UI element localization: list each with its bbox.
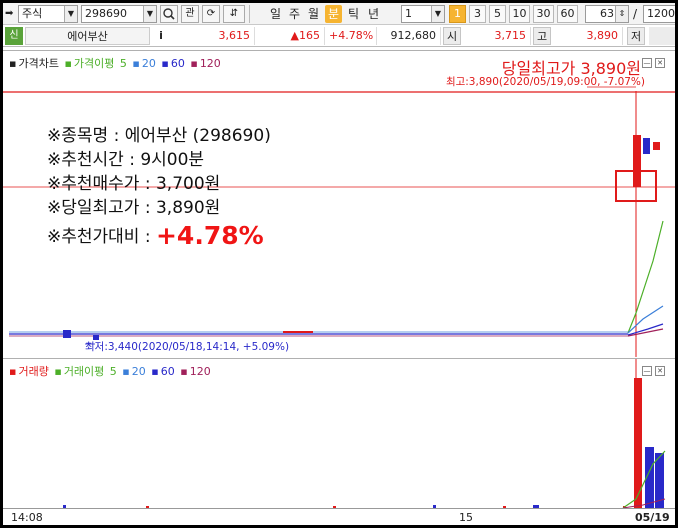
chevron-down-icon: ▼: [431, 6, 444, 22]
count-stepper[interactable]: 63 ⇕: [585, 5, 629, 23]
arrow-right-icon[interactable]: ➡: [5, 5, 17, 23]
annotation-line-1: ※종목명 : 에어부산 (298690): [47, 126, 271, 146]
quote-bar: 신 에어부산 i 3,615 ▲165 +4.78% 912,680 시 3,7…: [3, 25, 675, 47]
current-price: 3,615: [175, 27, 255, 45]
tab-tick[interactable]: 틱: [345, 5, 362, 23]
high-value: 3,890: [553, 27, 623, 45]
volume-plot: [63, 359, 666, 509]
candle: [63, 330, 71, 338]
stepper-arrows-icon: ⇕: [615, 6, 628, 22]
axis-label-end: 05/19: [635, 511, 670, 524]
annotation-line-2: ※추천시간 : 9시00분: [47, 150, 205, 170]
volume-value: 912,680: [377, 27, 441, 45]
related-button[interactable]: 관: [181, 5, 199, 23]
annotation-line-5-label: ※추천가대비 :: [47, 227, 156, 247]
recommend-change-percent: +4.78%: [155, 221, 264, 250]
open-value: 3,715: [463, 27, 531, 45]
period-value: 1: [405, 7, 412, 20]
info-button[interactable]: i: [153, 27, 169, 45]
candle: [643, 138, 650, 154]
total-input[interactable]: 1200: [643, 5, 675, 23]
candle: [653, 142, 660, 150]
slash-text: /: [633, 7, 638, 21]
toolbar: ➡ 주식 ▼ 298690 ▼ 관 ⟳ ⇵ 일 주 월 분 틱 년 1 ▼ 1 …: [3, 3, 675, 25]
market-value: 주식: [22, 7, 43, 20]
tab-minute[interactable]: 분: [325, 5, 342, 23]
price-change: ▲165: [255, 27, 325, 45]
minute-30-button[interactable]: 30: [533, 5, 554, 23]
tab-year[interactable]: 년: [365, 5, 382, 23]
minute-1-button[interactable]: 1: [449, 5, 466, 23]
chart-window: ➡ 주식 ▼ 298690 ▼ 관 ⟳ ⇵ 일 주 월 분 틱 년 1 ▼ 1 …: [3, 3, 675, 525]
period-select[interactable]: 1 ▼: [401, 5, 445, 23]
chevron-down-icon: ▼: [143, 6, 156, 22]
up-down-stepper[interactable]: ⇵: [223, 5, 245, 23]
total-value: 1200: [647, 7, 675, 20]
search-icon: [163, 8, 175, 20]
open-label: 시: [443, 27, 461, 45]
change-percent: +4.78%: [325, 27, 377, 45]
tab-week[interactable]: 주: [286, 5, 303, 23]
volume-chart-panel[interactable]: ▪ 거래량 ▪ 거래이평 5 ▪ 20 ▪ 60 ▪ 120 — ✕: [3, 358, 675, 509]
candle: [633, 135, 641, 187]
annotation-line-4: ※당일최고가 : 3,890원: [47, 198, 221, 218]
stock-code-value: 298690: [85, 7, 127, 20]
separator: [249, 5, 250, 23]
search-button[interactable]: [160, 5, 178, 23]
minute-5-button[interactable]: 5: [489, 5, 506, 23]
credit-badge: 신: [5, 27, 23, 45]
low-label: 저: [627, 27, 645, 45]
high-label: 고: [533, 27, 551, 45]
low-value: [649, 27, 675, 45]
price-chart-panel[interactable]: ▪ 가격차트 ▪ 가격이평 5 ▪ 20 ▪ 60 ▪ 120 — ✕ 당일최고가 3,89…: [3, 50, 675, 357]
count-value: 63: [600, 7, 614, 20]
ma5-line: [627, 220, 664, 334]
minute-10-button[interactable]: 10: [509, 5, 530, 23]
market-select[interactable]: 주식 ▼: [18, 5, 78, 23]
axis-label-start: 14:08: [11, 511, 43, 524]
annotation-line-3: ※추천매수가 : 3,700원: [47, 174, 221, 194]
axis-label-mid: 15: [459, 511, 473, 524]
annotation-line-5: ※추천가대비 : +4.78%: [47, 221, 264, 250]
stock-name: 에어부산: [25, 27, 150, 45]
chevron-down-icon: ▼: [64, 6, 77, 22]
tab-day[interactable]: 일: [267, 5, 284, 23]
minute-60-button[interactable]: 60: [557, 5, 578, 23]
candle: [283, 331, 313, 333]
time-axis: 14:08 15 05/19: [3, 508, 675, 525]
tab-month[interactable]: 월: [305, 5, 322, 23]
low-price-label: 최저:3,440(2020/05/18,14:14, +5.09%): [85, 341, 290, 353]
stock-code-input[interactable]: 298690 ▼: [81, 5, 157, 23]
minute-3-button[interactable]: 3: [469, 5, 486, 23]
refresh-button[interactable]: ⟳: [202, 5, 220, 23]
